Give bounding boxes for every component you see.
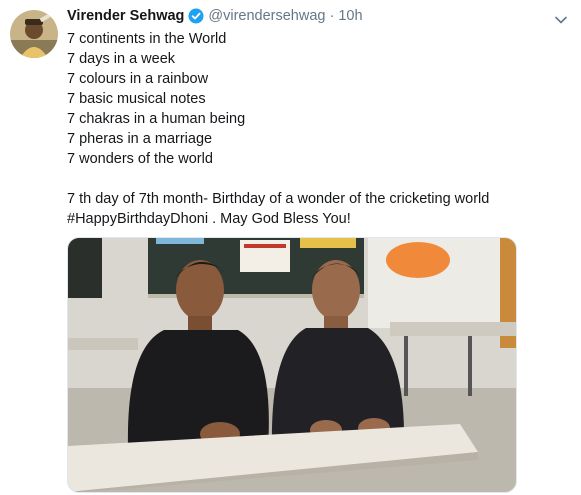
tweet-line: 7 wonders of the world bbox=[67, 151, 213, 167]
separator-dot: · bbox=[329, 8, 335, 24]
tweet-header: Virender Sehwag @virendersehwag · 10h bbox=[67, 8, 363, 24]
tweet-line: 7 days in a week bbox=[67, 51, 176, 67]
tweet-card: Virender Sehwag @virendersehwag · 10h 7 … bbox=[0, 0, 581, 495]
user-handle[interactable]: @virendersehwag bbox=[208, 8, 325, 24]
tweet-line: 7 th day of 7th month- Birthday of a won… bbox=[67, 191, 490, 207]
hashtag-link[interactable]: #HappyBirthdayDhoni bbox=[67, 211, 208, 227]
tweet-text: 7 continents in the World 7 days in a we… bbox=[67, 29, 567, 229]
timestamp[interactable]: 10h bbox=[338, 8, 362, 24]
tweet-line: 7 pheras in a marriage bbox=[67, 131, 213, 147]
tweet-line-hashtag: #HappyBirthdayDhoni . May God Bless You! bbox=[67, 209, 567, 229]
tweet-line: 7 colours in a rainbow bbox=[67, 71, 209, 87]
avatar-image bbox=[10, 10, 58, 58]
chevron-down-icon[interactable] bbox=[553, 12, 569, 28]
display-name[interactable]: Virender Sehwag bbox=[67, 8, 184, 24]
tweet-line: 7 basic musical notes bbox=[67, 91, 206, 107]
verified-badge-icon bbox=[188, 8, 204, 24]
closing-suffix: . May God Bless You! bbox=[208, 211, 351, 227]
tweet-line: 7 chakras in a human being bbox=[67, 111, 246, 127]
tweet-photo[interactable] bbox=[67, 237, 517, 493]
photo-image bbox=[68, 238, 516, 492]
avatar[interactable] bbox=[10, 10, 58, 58]
tweet-line: 7 continents in the World bbox=[67, 31, 227, 47]
